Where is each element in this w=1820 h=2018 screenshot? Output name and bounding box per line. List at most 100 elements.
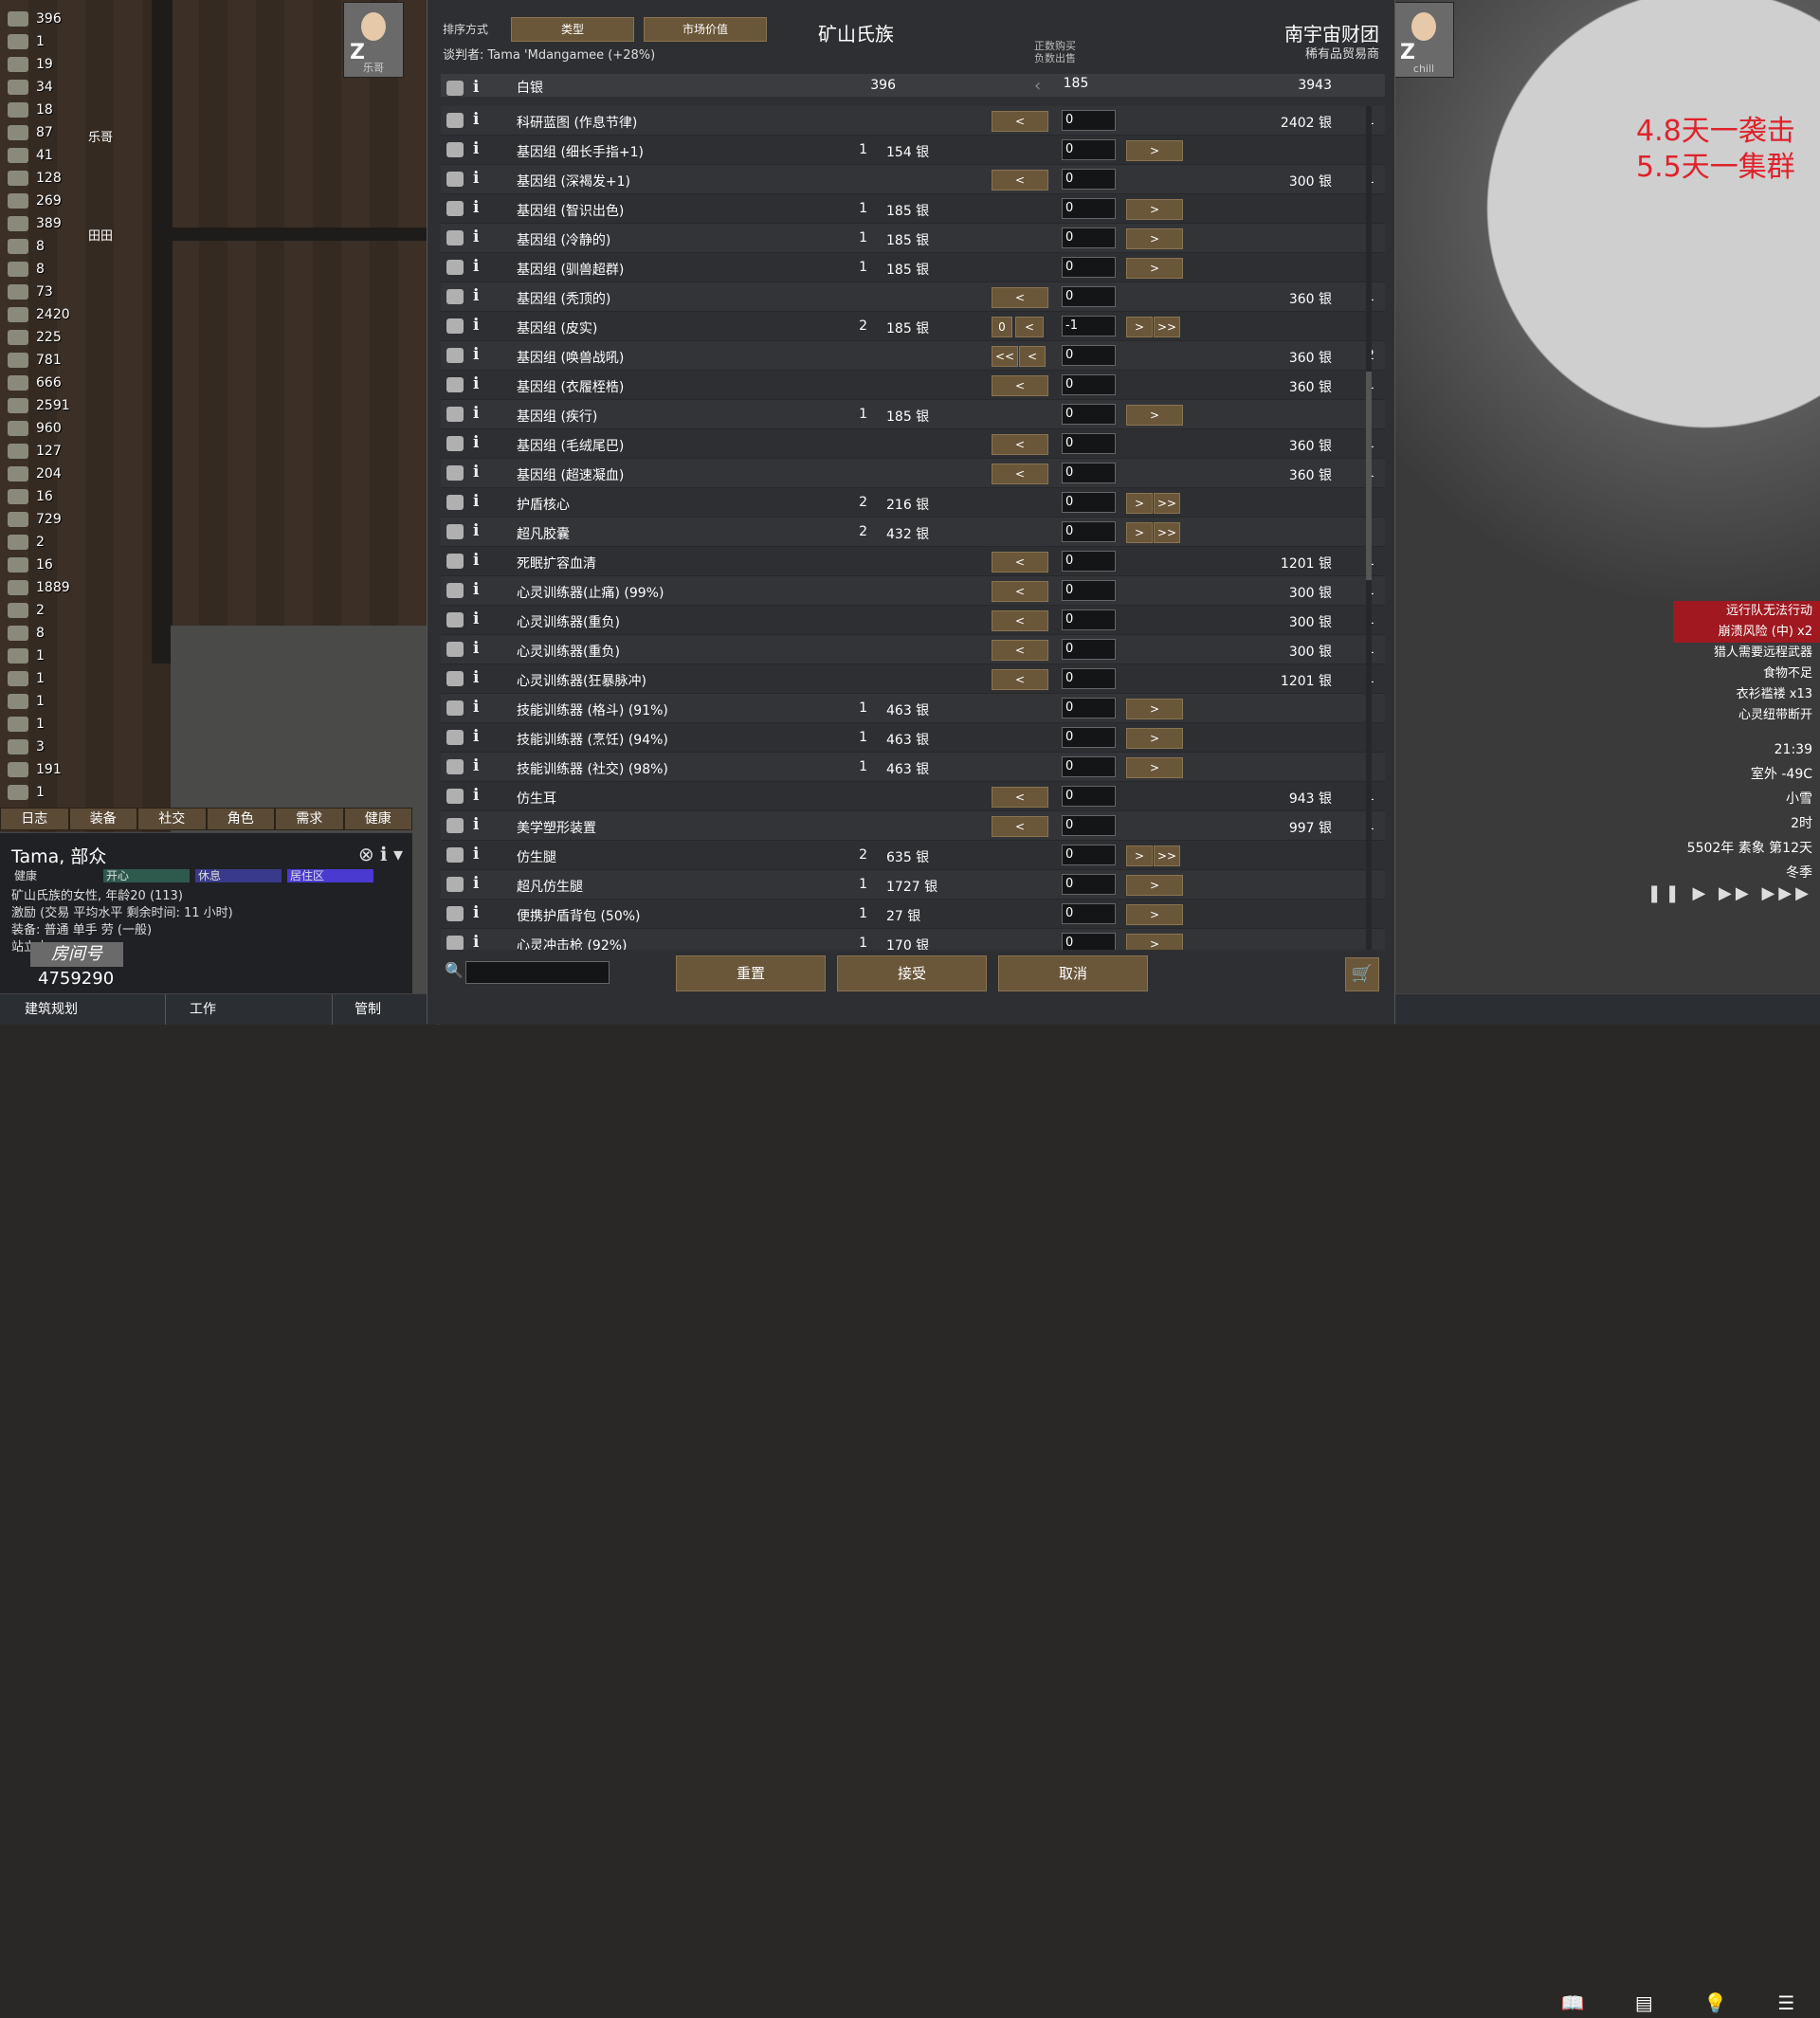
resource-item[interactable]: 389 bbox=[0, 212, 85, 235]
info-icon[interactable]: i bbox=[473, 345, 479, 364]
transfer-right-button[interactable]: > bbox=[1126, 493, 1153, 514]
transfer-left-button[interactable]: < bbox=[992, 375, 1048, 396]
fastest-icon[interactable]: ▶▶▶ bbox=[1761, 883, 1812, 903]
transfer-right-button[interactable]: > bbox=[1126, 875, 1183, 896]
transfer-left-button[interactable]: < bbox=[1019, 346, 1046, 367]
alert-item[interactable]: 远行队无法行动 bbox=[1673, 601, 1820, 622]
transfer-right-button[interactable]: > bbox=[1126, 199, 1183, 220]
resource-item[interactable]: 34 bbox=[0, 76, 85, 99]
info-icon[interactable]: i bbox=[473, 933, 479, 950]
transfer-amount-input[interactable]: 0 bbox=[1062, 786, 1116, 807]
rename-icon[interactable]: ▾ bbox=[393, 843, 403, 865]
transfer-amount-input[interactable]: 0 bbox=[1062, 815, 1116, 836]
transfer-right-all-button[interactable]: >> bbox=[1154, 845, 1180, 866]
alert-item[interactable]: 食物不足 bbox=[1673, 664, 1820, 684]
fast-forward-icon[interactable]: ▶▶ bbox=[1719, 883, 1753, 903]
info-icon[interactable]: i bbox=[473, 815, 479, 834]
transfer-amount-input[interactable]: 0 bbox=[1062, 609, 1116, 630]
resource-item[interactable]: 2 bbox=[0, 531, 85, 554]
resource-item[interactable]: 269 bbox=[0, 190, 85, 212]
transfer-amount-input[interactable]: 0 bbox=[1062, 433, 1116, 454]
close-circle-icon[interactable]: ⊗ bbox=[358, 843, 374, 865]
info-icon[interactable]: i bbox=[473, 551, 479, 570]
transfer-left-button[interactable]: < bbox=[992, 464, 1048, 484]
book-icon[interactable]: 📖 bbox=[1561, 1991, 1585, 2014]
resource-item[interactable]: 18 bbox=[0, 99, 85, 121]
resource-item[interactable]: 1 bbox=[0, 781, 85, 804]
resource-item[interactable]: 666 bbox=[0, 372, 85, 394]
transfer-right-all-button[interactable]: >> bbox=[1154, 522, 1180, 543]
transfer-right-button[interactable]: > bbox=[1126, 845, 1153, 866]
cancel-button[interactable]: 取消 bbox=[998, 955, 1148, 991]
info-icon[interactable]: i bbox=[473, 786, 479, 805]
search-input[interactable] bbox=[465, 961, 610, 984]
transfer-left-button[interactable]: < bbox=[992, 787, 1048, 808]
info-icon[interactable]: i bbox=[473, 727, 479, 746]
alert-item[interactable]: 心灵纽带断开 bbox=[1673, 705, 1820, 726]
resource-item[interactable]: 1 bbox=[0, 690, 85, 713]
scrollbar-thumb[interactable] bbox=[1366, 372, 1372, 580]
info-icon[interactable]: i bbox=[473, 198, 479, 217]
architect-button[interactable]: 建筑规划 bbox=[0, 994, 166, 1025]
info-icon[interactable]: i bbox=[473, 257, 479, 276]
resource-item[interactable]: 191 bbox=[0, 758, 85, 781]
research-icon[interactable]: 💡 bbox=[1703, 1991, 1727, 2014]
info-icon[interactable]: i bbox=[473, 874, 479, 893]
transfer-amount-input[interactable]: 0 bbox=[1062, 845, 1116, 865]
menu-icon[interactable]: ☰ bbox=[1777, 1991, 1794, 2014]
resource-item[interactable]: 128 bbox=[0, 167, 85, 190]
resource-item[interactable]: 960 bbox=[0, 417, 85, 440]
colonist-portrait[interactable]: Z chill bbox=[1393, 2, 1454, 78]
tab-needs[interactable]: 需求 bbox=[275, 808, 344, 830]
info-icon[interactable]: i bbox=[473, 78, 479, 97]
resource-item[interactable]: 127 bbox=[0, 440, 85, 463]
transfer-amount-input[interactable]: 0 bbox=[1062, 227, 1116, 248]
history-icon[interactable]: ▤ bbox=[1635, 1991, 1653, 2014]
alert-item[interactable]: 崩溃风险 (中) x2 bbox=[1673, 622, 1820, 643]
transfer-amount-input[interactable]: 0 bbox=[1062, 580, 1116, 601]
tab-character[interactable]: 角色 bbox=[206, 808, 275, 830]
resource-item[interactable]: 2420 bbox=[0, 303, 85, 326]
info-icon[interactable]: i bbox=[473, 609, 479, 628]
info-icon[interactable]: i bbox=[473, 169, 479, 188]
transfer-right-button[interactable]: > bbox=[1126, 757, 1183, 778]
transfer-amount-input[interactable]: 0 bbox=[1062, 698, 1116, 718]
transfer-amount-input[interactable]: 0 bbox=[1062, 933, 1116, 950]
transfer-right-button[interactable]: > bbox=[1126, 934, 1183, 950]
resource-item[interactable]: 1 bbox=[0, 713, 85, 736]
transfer-amount-input[interactable]: 0 bbox=[1062, 345, 1116, 366]
transfer-amount-input[interactable]: 0 bbox=[1062, 492, 1116, 513]
info-icon[interactable]: i bbox=[473, 698, 479, 717]
work-button[interactable]: 工作 bbox=[165, 994, 333, 1025]
transfer-right-button[interactable]: > bbox=[1126, 228, 1183, 249]
transfer-amount-input[interactable]: -1 bbox=[1062, 316, 1116, 336]
info-icon[interactable]: i bbox=[473, 110, 479, 129]
tab-log[interactable]: 日志 bbox=[0, 808, 69, 830]
transfer-left-button[interactable]: < bbox=[992, 640, 1048, 661]
resource-item[interactable]: 781 bbox=[0, 349, 85, 372]
transfer-left-button[interactable]: < bbox=[992, 552, 1048, 573]
transfer-left-button[interactable]: < bbox=[992, 581, 1048, 602]
resource-item[interactable]: 1 bbox=[0, 667, 85, 690]
info-icon[interactable]: i bbox=[473, 492, 479, 511]
transfer-amount-input[interactable]: 0 bbox=[1062, 551, 1116, 572]
tab-health[interactable]: 健康 bbox=[343, 808, 412, 830]
info-icon[interactable]: i bbox=[473, 316, 479, 335]
transfer-amount-input[interactable]: 0 bbox=[1062, 257, 1116, 278]
pause-icon[interactable]: ❚❚ bbox=[1647, 883, 1684, 903]
transfer-amount-input[interactable]: 0 bbox=[1062, 668, 1116, 689]
info-icon[interactable]: i bbox=[473, 756, 479, 775]
info-icon[interactable]: i bbox=[473, 227, 479, 246]
transfer-left-button[interactable]: < bbox=[992, 111, 1048, 132]
info-icon[interactable]: ℹ bbox=[380, 843, 388, 865]
info-icon[interactable]: i bbox=[473, 404, 479, 423]
resource-item[interactable]: 73 bbox=[0, 281, 85, 303]
reset-zero-button[interactable]: 0 bbox=[992, 317, 1012, 337]
transfer-left-all-button[interactable]: << bbox=[992, 346, 1018, 367]
transfer-right-all-button[interactable]: >> bbox=[1154, 317, 1180, 337]
info-icon[interactable]: i bbox=[473, 286, 479, 305]
alert-item[interactable]: 衣衫褴褛 x13 bbox=[1673, 684, 1820, 705]
transfer-amount-input[interactable]: 0 bbox=[1062, 286, 1116, 307]
tab-social[interactable]: 社交 bbox=[137, 808, 207, 830]
transfer-right-button[interactable]: > bbox=[1126, 522, 1153, 543]
